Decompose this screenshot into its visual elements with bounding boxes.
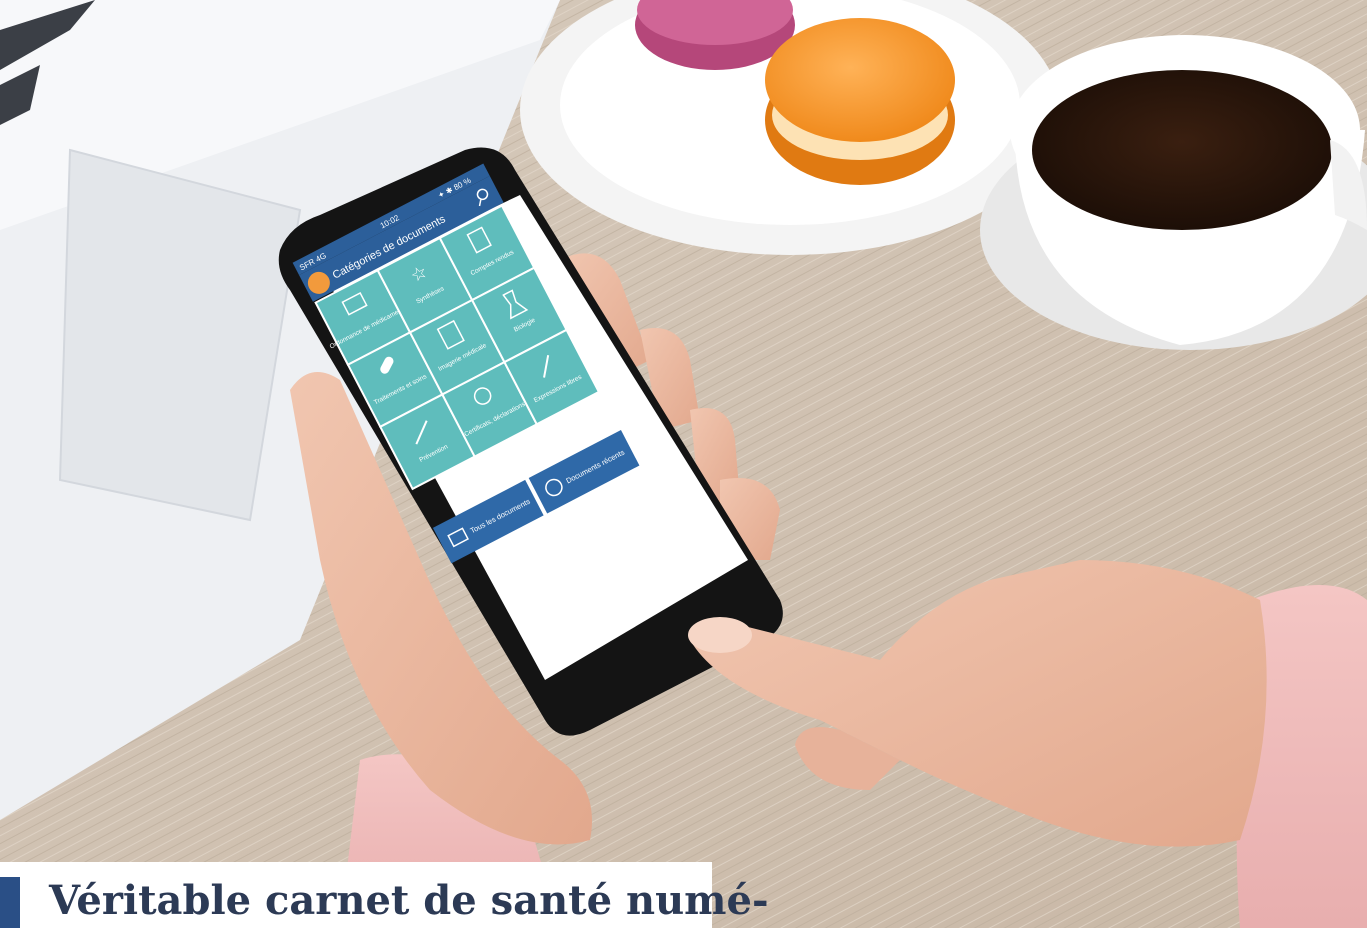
caption-accent-bar [0, 877, 20, 928]
all-documents-button[interactable]: Tous les documents [432, 479, 544, 564]
phone-screen: SFR 4G 10:02 ✦ ✱ 80 % Catégories de docu… [292, 163, 640, 564]
caption-heading: Véritable carnet de santé numé- [49, 877, 769, 924]
photo-scene: SFR 4G 10:02 ✦ ✱ 80 % Catégories de docu… [0, 0, 1367, 928]
recent-documents-button[interactable]: Documents récents [528, 430, 640, 514]
